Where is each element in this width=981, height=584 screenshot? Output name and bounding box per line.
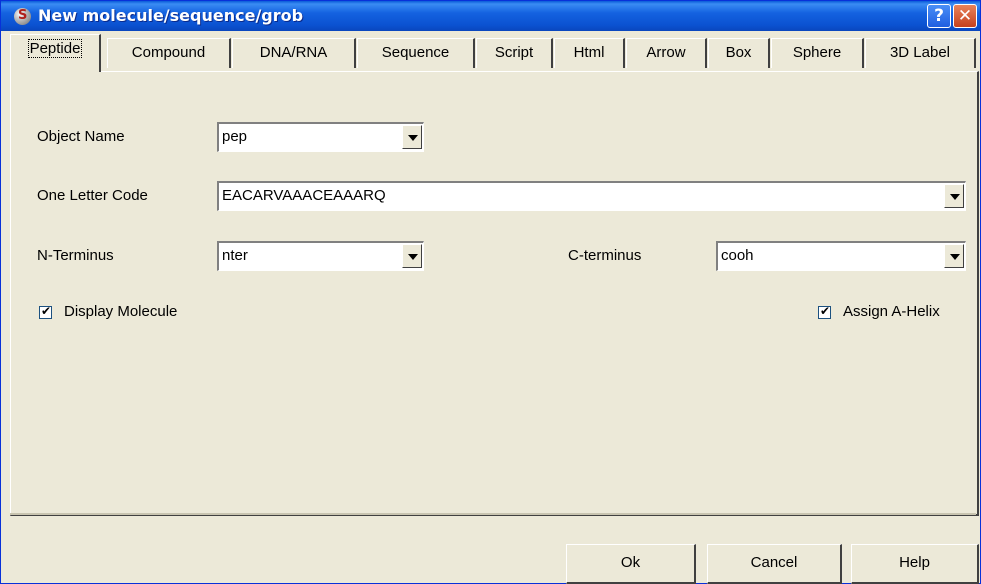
n-terminus-label: N-Terminus [37,247,114,264]
tab-label: Peptide [27,39,83,58]
one-letter-code-label: One Letter Code [37,187,148,204]
window-title: New molecule/sequence/grob [38,6,304,25]
assign-a-helix-label: Assign A-Helix [843,303,940,320]
object-name-value: pep [222,128,248,145]
c-terminus-value: cooh [721,247,754,264]
tab-panel-peptide [10,71,979,516]
chevron-down-icon[interactable] [402,125,422,149]
tab-box[interactable]: Box [708,38,770,68]
dialog-window: New molecule/sequence/grob ? ✕ Peptide C… [0,0,981,584]
checkmark-icon: ✔ [820,304,831,318]
ok-button[interactable]: Ok [566,544,696,584]
tab-dna-rna[interactable]: DNA/RNA [232,38,356,68]
object-name-label: Object Name [37,128,125,145]
help-button[interactable]: Help [851,544,979,584]
cancel-button[interactable]: Cancel [707,544,842,584]
n-terminus-value: nter [222,247,248,264]
one-letter-code-combo[interactable]: EACARVAAACEAAARQ [217,181,966,211]
assign-a-helix-checkbox[interactable]: ✔ [818,304,831,319]
help-icon[interactable]: ? [927,4,951,28]
checkmark-icon: ✔ [41,304,52,318]
divider [10,513,976,515]
tab-compound[interactable]: Compound [107,38,231,68]
title-bar[interactable]: New molecule/sequence/grob ? ✕ [1,1,980,31]
one-letter-code-value: EACARVAAACEAAARQ [222,187,386,204]
c-terminus-label: C-terminus [568,247,642,264]
app-icon [14,8,31,25]
tab-3d-label[interactable]: 3D Label [865,38,976,68]
tab-arrow[interactable]: Arrow [626,38,707,68]
chevron-down-icon[interactable] [402,244,422,268]
object-name-combo[interactable]: pep [217,122,424,152]
tab-sequence[interactable]: Sequence [357,38,475,68]
c-terminus-combo[interactable]: cooh [716,241,966,271]
chevron-down-icon[interactable] [944,184,964,208]
tab-peptide[interactable]: Peptide [10,34,101,72]
close-icon[interactable]: ✕ [953,4,977,28]
tab-sphere[interactable]: Sphere [771,38,864,68]
n-terminus-combo[interactable]: nter [217,241,424,271]
chevron-down-icon[interactable] [944,244,964,268]
tab-html[interactable]: Html [554,38,625,68]
tab-script[interactable]: Script [476,38,553,68]
display-molecule-label: Display Molecule [64,303,178,320]
display-molecule-checkbox[interactable]: ✔ [39,304,52,319]
